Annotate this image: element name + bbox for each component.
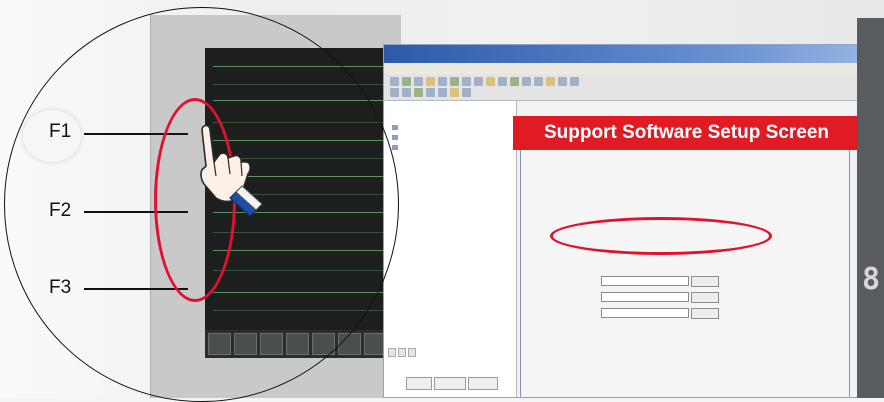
toolbar-icon[interactable] (474, 77, 483, 86)
setup-dialog (520, 133, 850, 397)
f3-label: F3 (49, 277, 72, 298)
pane-button[interactable] (434, 377, 466, 390)
pane-tab[interactable] (408, 348, 416, 357)
set-button-f1[interactable] (691, 276, 719, 287)
dialog-highlight-oval (550, 217, 772, 255)
toolbar-icon[interactable] (522, 77, 531, 86)
pointing-hand-icon (200, 124, 263, 217)
set-button-f3[interactable] (691, 308, 719, 319)
right-digit-readout: 8 (862, 262, 881, 297)
toolbar-icon[interactable] (450, 77, 459, 86)
caption-banner: Support Software Setup Screen (513, 116, 860, 150)
toolbar-icon[interactable] (426, 88, 435, 97)
toolbar-icon[interactable] (486, 77, 495, 86)
toolbar-icon[interactable] (426, 77, 435, 86)
f2-input[interactable] (601, 292, 689, 302)
toolbar-icon[interactable] (558, 77, 567, 86)
menu-bar (384, 63, 883, 74)
f2-label: F2 (49, 200, 72, 221)
toolbar-icon[interactable] (546, 77, 555, 86)
tree-node[interactable] (392, 125, 401, 131)
tree-node[interactable] (392, 145, 401, 151)
f3-input[interactable] (601, 308, 689, 318)
toolbar-icon[interactable] (438, 88, 447, 97)
toolbar-icon[interactable] (438, 77, 447, 86)
toolbar-icon[interactable] (462, 88, 471, 97)
toolbar-icon[interactable] (498, 77, 507, 86)
pane-tabs (388, 348, 416, 357)
toolbar-icon[interactable] (510, 77, 519, 86)
window-title-bar (384, 45, 883, 63)
toolbar-icon[interactable] (450, 88, 459, 97)
f1-input[interactable] (601, 276, 689, 286)
set-button-f2[interactable] (691, 292, 719, 303)
pane-button[interactable] (468, 377, 498, 390)
tree-node[interactable] (392, 135, 401, 141)
pane-tab[interactable] (388, 348, 396, 357)
toolbar-icon[interactable] (414, 77, 423, 86)
f3-leader-line (84, 288, 188, 290)
right-device-bezel (857, 18, 884, 398)
pane-tab[interactable] (398, 348, 406, 357)
toolbar-icon[interactable] (570, 77, 579, 86)
toolbar-icon[interactable] (414, 88, 423, 97)
toolbar-icon[interactable] (402, 88, 411, 97)
toolbar-icon[interactable] (390, 88, 399, 97)
pane-button[interactable] (406, 377, 432, 390)
toolbar (384, 74, 883, 101)
project-tree-pane (384, 101, 517, 397)
toolbar-icon[interactable] (534, 77, 543, 86)
toolbar-icon[interactable] (462, 77, 471, 86)
toolbar-icon[interactable] (402, 77, 411, 86)
f1-label: F1 (49, 121, 72, 142)
toolbar-icon[interactable] (390, 77, 399, 86)
